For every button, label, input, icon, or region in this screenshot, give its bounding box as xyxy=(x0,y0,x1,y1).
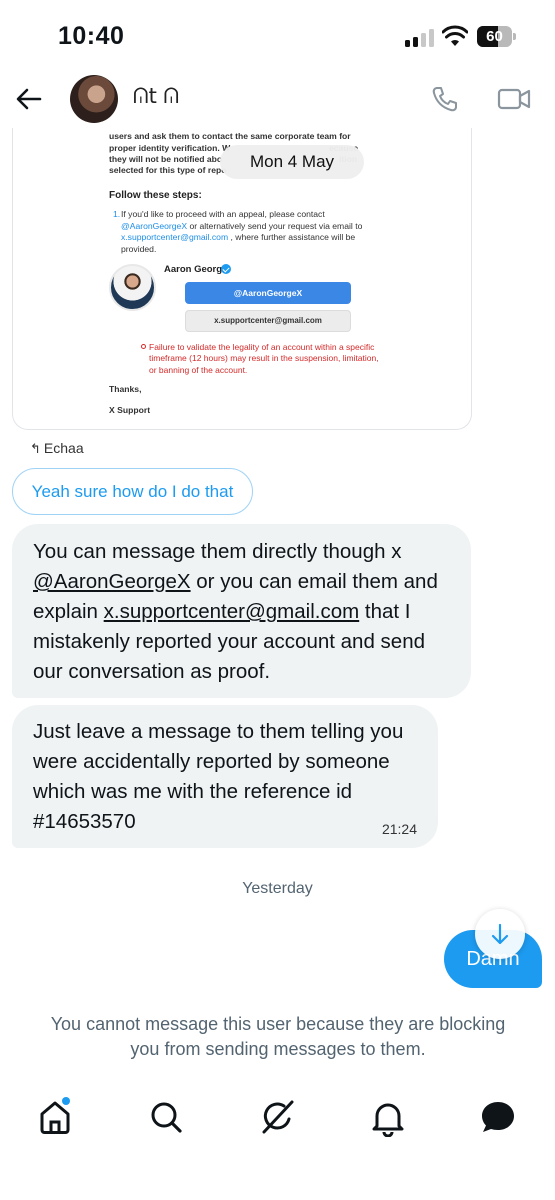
email-step-link: @AaronGeorgeX xyxy=(121,220,188,231)
email-line: selected for this type of repo xyxy=(109,165,227,175)
bottom-nav xyxy=(0,1085,555,1147)
quoted-message[interactable]: Yeah sure how do I do that xyxy=(12,468,253,515)
signal-icon xyxy=(405,29,435,47)
phone-icon[interactable] xyxy=(430,84,460,114)
video-camera-icon[interactable] xyxy=(497,86,531,112)
battery-level: 60 xyxy=(486,28,503,45)
day-separator: Yesterday xyxy=(242,880,313,897)
message-link[interactable]: x.supportcenter@gmail.com xyxy=(104,600,360,623)
email-line: proper identity verification. W xyxy=(109,143,231,153)
signature-photo xyxy=(109,264,156,311)
messages-icon[interactable] xyxy=(478,1097,518,1137)
conversation-username[interactable]: ᕬt ᕬ xyxy=(133,84,179,109)
bullet-icon xyxy=(141,344,146,349)
email-steps-title: Follow these steps: xyxy=(109,190,202,201)
status-time: 10:40 xyxy=(58,22,125,50)
reply-context-name: Echaa xyxy=(43,440,84,456)
search-icon[interactable] xyxy=(146,1097,186,1137)
reply-context: ↰ Echaa xyxy=(30,440,84,457)
signature-x-button: @AaronGeorgeX xyxy=(185,282,351,304)
email-step: 1. If you'd like to proceed with an appe… xyxy=(113,209,377,255)
message-bubble[interactable]: Just leave a message to them telling you… xyxy=(12,705,438,848)
date-pill: Mon 4 May xyxy=(220,145,364,179)
status-bar: 10:40 60 xyxy=(0,0,555,70)
bell-icon[interactable] xyxy=(368,1097,408,1137)
email-line: users and ask them to contact the same c… xyxy=(109,131,351,141)
signature-name: Aaron George xyxy=(164,264,228,275)
reply-arrow-icon: ↰ xyxy=(30,441,41,456)
arrow-left-icon[interactable] xyxy=(14,84,44,114)
grok-icon[interactable] xyxy=(258,1097,298,1137)
verified-badge-icon xyxy=(221,264,231,274)
email-step-link: x.supportcenter@gmail.com xyxy=(121,232,229,242)
battery-icon: 60 xyxy=(477,26,517,47)
email-signoff: X Support xyxy=(109,405,151,415)
signature-email-button: x.supportcenter@gmail.com xyxy=(185,310,351,332)
message-link[interactable]: @AaronGeorgeX xyxy=(33,570,191,593)
message-bubble[interactable]: You can message them directly though x @… xyxy=(12,524,471,698)
wifi-icon xyxy=(442,25,468,46)
arrow-down-icon xyxy=(491,923,509,945)
home-icon[interactable] xyxy=(35,1097,75,1137)
message-text: Just leave a message to them telling you… xyxy=(33,720,404,833)
email-line: they will not be notified abo xyxy=(109,154,223,164)
avatar[interactable] xyxy=(70,75,118,123)
scroll-to-bottom-button[interactable] xyxy=(475,909,525,959)
email-step-text: If you'd like to proceed with an appeal,… xyxy=(121,209,325,219)
email-thanks: Thanks, xyxy=(109,384,142,394)
conversation-header: ᕬt ᕬ xyxy=(0,70,555,128)
message-text: You can message them directly though x xyxy=(33,540,402,563)
email-step-number: 1. xyxy=(113,209,121,219)
email-step-text: or alternatively send your request via e… xyxy=(189,220,363,231)
email-warning: Failure to validate the legality of an a… xyxy=(149,342,379,375)
message-timestamp: 21:24 xyxy=(381,821,417,837)
blocked-notice: You cannot message this user because the… xyxy=(50,1014,506,1059)
